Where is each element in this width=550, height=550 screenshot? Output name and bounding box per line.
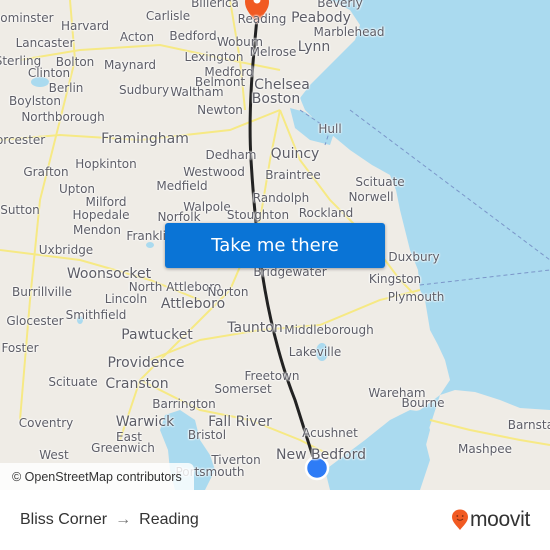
place-label: Burrillville — [12, 285, 72, 299]
place-label: Acton — [119, 30, 155, 44]
place-label: Plymouth — [387, 290, 445, 304]
place-label: Medfield — [156, 179, 208, 193]
place-label: Boylston — [9, 94, 61, 108]
place-label: Scituate — [355, 175, 405, 189]
place-label: Fall River — [208, 414, 272, 430]
destination-name: Reading — [139, 511, 199, 528]
place-label: Freetown — [244, 369, 300, 383]
place-label: Taunton — [227, 320, 283, 336]
take-me-there-button[interactable]: Take me there — [165, 223, 385, 268]
place-label: Norfolk — [157, 210, 201, 224]
place-label: Reading — [237, 12, 287, 26]
place-label: Mashpee — [458, 442, 512, 456]
place-label: Hopkinton — [75, 157, 137, 171]
place-label: Bourne — [401, 396, 445, 410]
place-label: Providence — [107, 355, 185, 371]
place-label: Barnstable — [507, 418, 550, 432]
moovit-logo[interactable]: moovit — [451, 508, 530, 532]
place-label: Bedford — [169, 29, 217, 43]
place-label: Melrose — [249, 45, 297, 59]
place-label: Lincoln — [104, 292, 148, 306]
place-label: Woonsocket — [66, 266, 152, 282]
place-label: Beverly — [317, 0, 363, 10]
place-label: Lancaster — [15, 36, 75, 50]
place-label: Hopedale — [72, 208, 130, 222]
place-label: Glocester — [6, 314, 64, 328]
place-label: Chelsea — [254, 77, 310, 93]
place-label: Milford — [85, 195, 127, 209]
place-label: Boston — [251, 91, 301, 107]
place-label: Sudbury — [118, 83, 170, 97]
place-label: Marblehead — [313, 25, 385, 39]
place-label: Hull — [318, 122, 342, 136]
place-label: Rockland — [298, 206, 354, 220]
place-label: Scituate — [48, 375, 98, 389]
place-label: Maynard — [103, 58, 157, 72]
place-label: Middleborough — [284, 323, 374, 337]
place-label: Billerica — [191, 0, 239, 10]
place-label: Warwick — [115, 414, 175, 430]
place-label: Cranston — [105, 376, 169, 392]
map[interactable]: Billerica Beverly Leominster Harvard Carlisl… — [0, 0, 550, 490]
place-label: Quincy — [270, 146, 320, 162]
place-label: Lynn — [297, 39, 331, 55]
place-label: Coventry — [18, 416, 74, 430]
moovit-pin-icon — [451, 509, 468, 530]
place-label: Berlin — [48, 81, 84, 95]
place-label: Lakeville — [288, 345, 342, 359]
place-label: Framingham — [101, 131, 189, 147]
place-label: Acushnet — [302, 426, 358, 440]
place-label: Worcester — [0, 133, 46, 147]
brand-name: moovit — [469, 508, 530, 531]
place-label: Norwell — [348, 190, 394, 204]
place-label: Greenwich — [91, 441, 155, 455]
place-label: Somerset — [214, 382, 272, 396]
map-attribution[interactable]: © OpenStreetMap contributors — [0, 463, 194, 490]
place-label: Dedham — [205, 148, 257, 162]
place-label: Braintree — [265, 168, 321, 182]
place-label: Foster — [1, 341, 39, 355]
place-label: Barrington — [152, 397, 216, 411]
place-label: Mendon — [73, 223, 121, 237]
origin-name: Bliss Corner — [20, 511, 108, 528]
place-label: Newton — [197, 103, 243, 117]
place-label: Clinton — [27, 66, 71, 80]
place-label: West — [39, 448, 69, 462]
place-label: Northborough — [21, 110, 105, 124]
place-label: Stoughton — [226, 208, 290, 222]
place-label: Pawtucket — [121, 327, 193, 343]
place-label: Lexington — [184, 50, 244, 64]
place-label: Peabody — [291, 10, 351, 26]
place-label: Smithfield — [65, 308, 127, 322]
place-label: Westwood — [183, 165, 245, 179]
place-label: Duxbury — [388, 250, 440, 264]
place-label: Attleboro — [160, 296, 226, 312]
place-label: Uxbridge — [38, 243, 94, 257]
footer: Bliss Corner → Reading moovit — [0, 490, 550, 550]
place-label: Leominster — [0, 11, 54, 25]
place-label: Sutton — [0, 203, 40, 217]
place-label: New Bedford — [276, 447, 366, 463]
place-label: Randolph — [252, 191, 310, 205]
place-label: Harvard — [60, 19, 110, 33]
place-label: Upton — [58, 182, 96, 196]
place-label: Kingston — [368, 272, 422, 286]
arrow-right-icon: → — [115, 511, 132, 528]
place-label: Grafton — [23, 165, 69, 179]
place-label: Bristol — [187, 428, 227, 442]
route-title: Bliss Corner → Reading — [20, 490, 199, 550]
place-label: Carlisle — [145, 9, 191, 23]
place-label: Waltham — [170, 85, 224, 99]
